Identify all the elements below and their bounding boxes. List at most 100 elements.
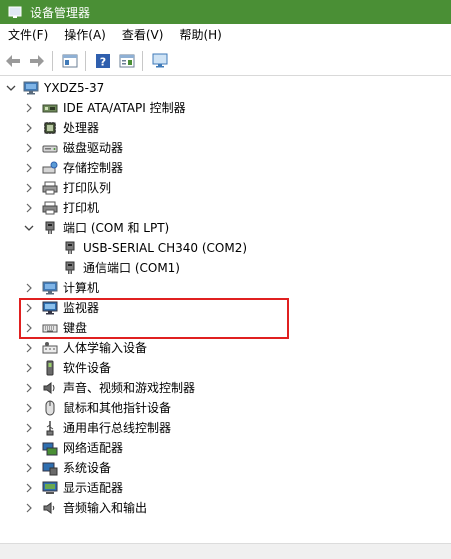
chevron-right-icon[interactable] <box>24 98 34 118</box>
tree-category-label: 键盘 <box>63 321 88 335</box>
toolbar-separator <box>142 50 143 71</box>
system-device-icon <box>42 460 58 476</box>
tree-category[interactable]: 端口 (COM 和 LPT) <box>0 218 451 238</box>
ide-controller-icon <box>42 100 58 116</box>
audio-io-icon <box>42 500 58 516</box>
chevron-right-icon[interactable] <box>24 158 34 178</box>
tree-device-label: 通信端口 (COM1) <box>83 261 180 275</box>
tree-category-label: 存储控制器 <box>63 161 124 175</box>
tree-category-label: 显示适配器 <box>63 481 124 495</box>
printer-icon <box>42 200 58 216</box>
tree-category[interactable]: 通用串行总线控制器 <box>0 418 451 438</box>
tree-category-label: 计算机 <box>63 281 100 295</box>
tree-category-label: 通用串行总线控制器 <box>63 421 172 435</box>
svg-text:?: ? <box>100 55 106 68</box>
forward-arrow-icon <box>30 54 44 67</box>
processor-icon <box>42 120 58 136</box>
tree-category[interactable]: 音频输入和输出 <box>0 498 451 518</box>
forward-button[interactable] <box>26 50 48 72</box>
chevron-right-icon[interactable] <box>24 438 34 458</box>
tree-category-label: 声音、视频和游戏控制器 <box>63 381 196 395</box>
chevron-down-icon[interactable] <box>24 218 34 238</box>
chevron-right-icon[interactable] <box>24 478 34 498</box>
chevron-right-icon[interactable] <box>24 178 34 198</box>
tree-category-label: 监视器 <box>63 301 100 315</box>
chevron-right-icon[interactable] <box>24 198 34 218</box>
chevron-right-icon[interactable] <box>24 418 34 438</box>
tree-category[interactable]: 网络适配器 <box>0 438 451 458</box>
tree-category-label: 端口 (COM 和 LPT) <box>63 221 170 235</box>
chevron-right-icon[interactable] <box>24 378 34 398</box>
tree-category[interactable]: 打印机 <box>0 198 451 218</box>
tree-category[interactable]: 声音、视频和游戏控制器 <box>0 378 451 398</box>
back-arrow-icon <box>6 54 20 67</box>
toolbar-separator <box>52 50 53 71</box>
chevron-right-icon[interactable] <box>24 278 34 298</box>
tree-category[interactable]: 打印队列 <box>0 178 451 198</box>
chevron-right-icon[interactable] <box>24 338 34 358</box>
tree-device[interactable]: USB-SERIAL CH340 (COM2) <box>0 238 451 258</box>
menu-bar: 文件(F) 操作(A) 查看(V) 帮助(H) <box>0 24 451 46</box>
window-title: 设备管理器 <box>30 5 91 20</box>
tree-category-label: 打印机 <box>63 201 100 215</box>
toolbar: ? <box>0 46 451 76</box>
chevron-down-icon[interactable] <box>6 78 16 98</box>
scan-hardware-button[interactable] <box>149 50 171 72</box>
tree-category-label: 人体学输入设备 <box>63 341 148 355</box>
tree-category[interactable]: 存储控制器 <box>0 158 451 178</box>
tree-category-label: 处理器 <box>63 121 100 135</box>
menu-file[interactable]: 文件(F) <box>0 24 56 46</box>
show-hide-tree-button[interactable] <box>59 50 81 72</box>
tree-category-label: 打印队列 <box>63 181 112 195</box>
chevron-right-icon[interactable] <box>24 298 34 318</box>
help-icon: ? <box>96 53 110 68</box>
properties-icon <box>119 54 135 67</box>
scan-monitor-icon <box>152 53 168 67</box>
tree-category[interactable]: 人体学输入设备 <box>0 338 451 358</box>
tree-category[interactable]: 键盘 <box>0 318 451 338</box>
tree-category[interactable]: IDE ATA/ATAPI 控制器 <box>0 98 451 118</box>
tree-category-label: 软件设备 <box>63 361 112 375</box>
chevron-right-icon[interactable] <box>24 318 34 338</box>
monitor-icon <box>42 300 58 316</box>
tree-category[interactable]: 显示适配器 <box>0 478 451 498</box>
chevron-right-icon[interactable] <box>24 138 34 158</box>
tree-category[interactable]: 磁盘驱动器 <box>0 138 451 158</box>
display-adapter-icon <box>42 480 58 496</box>
chevron-right-icon[interactable] <box>24 398 34 418</box>
menu-action[interactable]: 操作(A) <box>56 24 114 46</box>
back-button[interactable] <box>2 50 24 72</box>
usb-controller-icon <box>42 420 58 436</box>
tree-device-label: USB-SERIAL CH340 (COM2) <box>83 241 248 255</box>
software-device-icon <box>42 360 58 376</box>
chevron-right-icon[interactable] <box>24 498 34 518</box>
tree-category[interactable]: 鼠标和其他指针设备 <box>0 398 451 418</box>
help-button[interactable]: ? <box>92 50 114 72</box>
chevron-right-icon[interactable] <box>24 458 34 478</box>
tree-category[interactable]: 监视器 <box>0 298 451 318</box>
chevron-right-icon[interactable] <box>24 118 34 138</box>
sound-icon <box>42 380 58 396</box>
tree-category-label: 磁盘驱动器 <box>63 141 124 155</box>
computer-icon <box>42 280 58 296</box>
tree-category-label: 音频输入和输出 <box>63 501 148 515</box>
menu-view[interactable]: 查看(V) <box>114 24 172 46</box>
tree-category-label: 鼠标和其他指针设备 <box>63 401 172 415</box>
properties-button[interactable] <box>116 50 138 72</box>
menu-help[interactable]: 帮助(H) <box>171 24 229 46</box>
tree-category[interactable]: 系统设备 <box>0 458 451 478</box>
keyboard-icon <box>42 320 58 336</box>
toolbar-separator <box>85 50 86 71</box>
computer-icon <box>23 80 39 96</box>
tree-category[interactable]: 计算机 <box>0 278 451 298</box>
chevron-right-icon[interactable] <box>24 358 34 378</box>
disk-drive-icon <box>42 140 58 156</box>
tree-category[interactable]: 处理器 <box>0 118 451 138</box>
tree-device[interactable]: 通信端口 (COM1) <box>0 258 451 278</box>
title-bar: 设备管理器 <box>0 0 451 24</box>
tree-category-label: 网络适配器 <box>63 441 124 455</box>
mouse-icon <box>42 400 58 416</box>
tree-root[interactable]: YXDZ5-37 <box>0 78 451 98</box>
tree-category[interactable]: 软件设备 <box>0 358 451 378</box>
device-tree: YXDZ5-37 IDE ATA/ATAPI 控制器处理器磁盘驱动器存储控制器打… <box>0 76 451 543</box>
